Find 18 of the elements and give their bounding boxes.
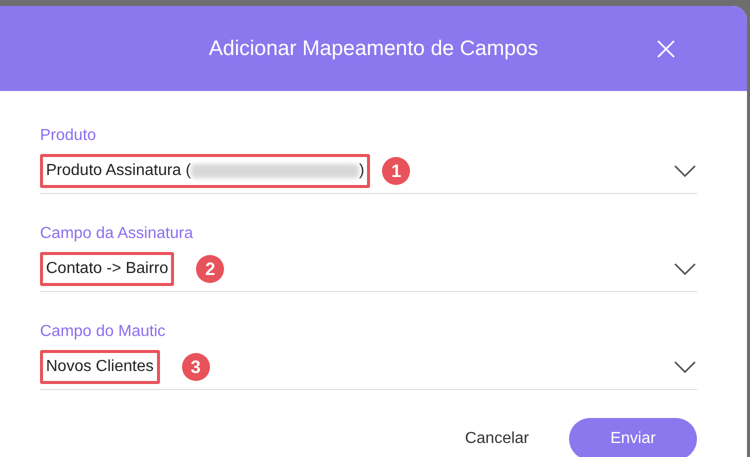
- selected-value: Novos Clientes: [40, 350, 160, 384]
- select-field[interactable]: Contato -> Bairro 2: [40, 252, 697, 292]
- step-marker: 3: [182, 353, 210, 381]
- dialog-title: Adicionar Mapeamento de Campos: [208, 36, 538, 62]
- cancel-button[interactable]: Cancelar: [464, 427, 529, 451]
- field-label: Campo do Mautic: [40, 322, 166, 342]
- field-label: Campo da Assinatura: [40, 224, 194, 244]
- select-field[interactable]: Novos Clientes 3: [40, 350, 697, 390]
- select-field[interactable]: Produto Assinatura ( ) 1: [40, 154, 697, 194]
- chevron-down-icon[interactable]: [673, 164, 697, 178]
- field-label: Produto: [40, 126, 98, 146]
- selected-value: Contato -> Bairro: [40, 252, 174, 286]
- step-marker: 2: [196, 255, 224, 283]
- selected-value: Produto Assinatura ( ): [40, 154, 370, 188]
- step-marker: 1: [382, 157, 410, 185]
- chevron-down-icon[interactable]: [673, 360, 697, 374]
- close-icon[interactable]: [657, 40, 675, 58]
- chevron-down-icon[interactable]: [673, 262, 697, 276]
